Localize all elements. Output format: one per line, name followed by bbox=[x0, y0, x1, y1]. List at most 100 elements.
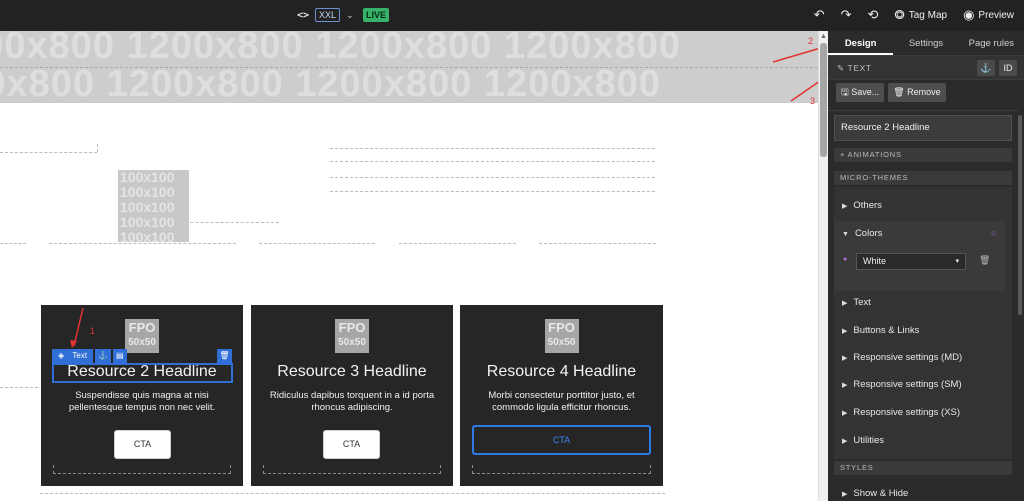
micro-theme-utilities[interactable]: ▶ Utilities bbox=[834, 428, 1006, 454]
card-headline[interactable]: Resource 4 Headline bbox=[460, 363, 663, 381]
caret-down-icon: ▼ bbox=[842, 231, 849, 238]
droplet-icon[interactable]: ○ bbox=[991, 228, 996, 238]
card-footer-guide bbox=[472, 465, 651, 474]
remove-button[interactable]: 🗑 Remove bbox=[888, 83, 946, 102]
image-placeholder-small[interactable]: 100x100 100x100 100x100 100x100 100x100 bbox=[118, 170, 189, 242]
cta-button[interactable]: CTA bbox=[114, 430, 171, 459]
card-text[interactable]: Suspendisse quis magna at nisi pellentes… bbox=[51, 390, 233, 414]
divider bbox=[828, 110, 1018, 111]
style-show-hide[interactable]: ▶ Show & Hide bbox=[834, 481, 1006, 501]
resource-card[interactable]: FPO 50x50 Resource 3 Headline Ridiculus … bbox=[251, 305, 453, 486]
selection-toolbar[interactable]: ◈ Text ⚓ ▤ bbox=[52, 349, 127, 363]
scrollbar-thumb[interactable] bbox=[820, 43, 827, 157]
element-type-button[interactable]: ◈ Text bbox=[52, 349, 94, 363]
card-text[interactable]: Morbi consectetur porttitor justo, et co… bbox=[470, 390, 653, 414]
card-headline[interactable]: Resource 3 Headline bbox=[251, 363, 453, 381]
micro-theme-others[interactable]: ▶ Others bbox=[834, 193, 1006, 219]
trash-icon[interactable]: 🗑 bbox=[979, 255, 990, 266]
tag-icon: ⭗ bbox=[894, 7, 905, 22]
layers-icon: ◈ bbox=[55, 349, 68, 363]
fpo-image[interactable]: FPO 50x50 bbox=[335, 319, 369, 353]
delete-icon[interactable]: 🗑 bbox=[217, 349, 232, 363]
card-text[interactable]: Ridiculus dapibus torquent in a id porta… bbox=[261, 390, 443, 414]
element-actions: 🖫 Save... 🗑 Remove bbox=[836, 83, 946, 102]
undo-icon[interactable]: ↶ bbox=[814, 7, 825, 23]
dashed-guide bbox=[40, 493, 665, 494]
resource-card[interactable]: FPO 50x50 Resource 4 Headline Morbi cons… bbox=[460, 305, 663, 486]
dashed-guide bbox=[399, 243, 516, 244]
caret-right-icon: ▶ bbox=[842, 382, 848, 389]
breakpoint-label[interactable]: XXL bbox=[315, 8, 341, 22]
chevron-down-icon[interactable]: ⌄ bbox=[346, 10, 354, 21]
caret-right-icon: ▶ bbox=[842, 491, 848, 498]
canvas-scrollbar[interactable]: ▲ bbox=[818, 31, 828, 501]
code-icon[interactable]: <> bbox=[297, 10, 309, 21]
animations-section[interactable]: + ANIMATIONS bbox=[834, 148, 1012, 162]
styles-header: STYLES bbox=[834, 461, 1012, 475]
top-toolbar: <> XXL ⌄ LIVE ↶ ↷ ⟲ ⭗ Tag Map ◉ Preview bbox=[0, 0, 1024, 31]
cta-button[interactable]: CTA bbox=[323, 430, 380, 459]
dashed-guide bbox=[0, 387, 38, 388]
caret-right-icon: ▶ bbox=[842, 203, 848, 210]
preview-label: Preview bbox=[978, 9, 1014, 21]
pencil-icon: ✎ bbox=[837, 63, 845, 73]
micro-theme-responsive-xs[interactable]: ▶ Responsive settings (XS) bbox=[834, 400, 1006, 426]
caret-right-icon: ▶ bbox=[842, 410, 848, 417]
fpo-image[interactable]: FPO 50x50 bbox=[544, 319, 579, 353]
bullet-icon: ● bbox=[843, 256, 848, 263]
cta-button-selected[interactable]: CTA bbox=[472, 425, 651, 455]
panel-tabs: Design Settings Page rules bbox=[828, 31, 1024, 56]
breakpoint-switcher[interactable]: <> XXL ⌄ bbox=[297, 8, 354, 22]
micro-themes-header: MICRO-THEMES bbox=[834, 171, 1012, 185]
anchor-icon[interactable]: ⚓ bbox=[977, 60, 995, 76]
id-button[interactable]: ID bbox=[999, 60, 1017, 76]
dashed-guide bbox=[330, 177, 655, 178]
save-button[interactable]: 🖫 Save... bbox=[836, 83, 885, 102]
card-footer-guide bbox=[53, 465, 231, 474]
dashed-guide bbox=[0, 243, 26, 244]
history-icon[interactable]: ⟲ bbox=[868, 7, 879, 23]
caret-right-icon: ▶ bbox=[842, 355, 848, 362]
trash-icon: 🗑 bbox=[893, 87, 905, 97]
micro-theme-colors[interactable]: ▼ Colors bbox=[834, 221, 1006, 247]
caret-right-icon: ▶ bbox=[842, 300, 848, 307]
card-footer-guide bbox=[263, 465, 441, 474]
tag-map-label: Tag Map bbox=[908, 9, 948, 21]
save-icon: 🖫 bbox=[841, 87, 849, 97]
tab-page-rules[interactable]: Page rules bbox=[959, 31, 1024, 55]
tab-design[interactable]: Design bbox=[828, 31, 894, 55]
micro-theme-buttons-links[interactable]: ▶ Buttons & Links bbox=[834, 318, 1006, 344]
fpo-image[interactable]: FPO 50x50 bbox=[125, 319, 159, 353]
micro-theme-responsive-sm[interactable]: ▶ Responsive settings (SM) bbox=[834, 372, 1006, 398]
tab-settings[interactable]: Settings bbox=[893, 31, 958, 55]
hero-image-placeholder[interactable]: 1200x800 1200x800 1200x800 1200x800 1200… bbox=[0, 31, 818, 103]
micro-theme-responsive-md[interactable]: ▶ Responsive settings (MD) bbox=[834, 345, 1006, 371]
annotation-number: 1 bbox=[90, 326, 96, 336]
dashed-guide bbox=[259, 243, 375, 244]
dashed-guide bbox=[0, 152, 97, 153]
chevron-down-icon: ▾ bbox=[955, 258, 959, 265]
preview-button[interactable]: ◉ Preview bbox=[963, 7, 1014, 23]
micro-theme-text[interactable]: ▶ Text bbox=[834, 290, 1006, 316]
annotation-number: 3 bbox=[810, 96, 816, 106]
dashed-guide bbox=[49, 243, 236, 244]
dashed-guide bbox=[330, 191, 655, 192]
panel-scrollbar[interactable] bbox=[1018, 115, 1022, 315]
live-badge[interactable]: LIVE bbox=[363, 8, 390, 22]
resource-card[interactable]: FPO 50x50 Resource 2 Headline Suspendiss… bbox=[41, 305, 243, 486]
tag-map-button[interactable]: ⭗ Tag Map bbox=[894, 7, 947, 23]
element-type-label: ✎ TEXT bbox=[837, 63, 872, 73]
element-type-row: ✎ TEXT ⚓ ID bbox=[828, 56, 1024, 80]
hero-divider bbox=[0, 67, 818, 68]
dashed-guide bbox=[330, 161, 655, 162]
hero-placeholder-text: 1200x800 1200x800 1200x800 1200x800 bbox=[0, 63, 661, 103]
element-name-field[interactable]: Resource 2 Headline bbox=[834, 115, 1012, 141]
anchor-icon[interactable]: ⚓ bbox=[95, 349, 112, 363]
dashed-guide bbox=[97, 144, 98, 152]
color-select[interactable]: White ▾ bbox=[856, 253, 966, 270]
caret-right-icon: ▶ bbox=[842, 438, 848, 445]
scroll-up-icon[interactable]: ▲ bbox=[820, 33, 827, 40]
layout-icon[interactable]: ▤ bbox=[113, 349, 127, 363]
redo-icon[interactable]: ↷ bbox=[841, 7, 852, 23]
caret-right-icon: ▶ bbox=[842, 328, 848, 335]
